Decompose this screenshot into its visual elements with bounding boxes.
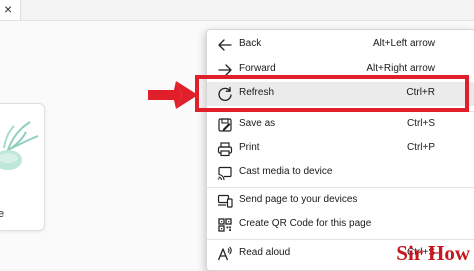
menu-item-label: Read aloud (239, 247, 291, 258)
tab-close-icon[interactable]: × (4, 0, 12, 18)
menu-divider (207, 187, 474, 188)
menu-item-label: Create QR Code for this page (239, 218, 372, 229)
menu-item-label: Back (239, 38, 262, 49)
menu-item-shortcut: Ctrl+P (406, 142, 435, 153)
background-page-card[interactable]: e (0, 103, 45, 231)
browser-context-menu: Back Alt+Left arrow Forward Alt+Right ar… (206, 29, 474, 271)
read-aloud-icon (217, 246, 232, 261)
menu-item-save-as[interactable]: Save as Ctrl+S (207, 113, 474, 137)
menu-item-shortcut: Alt+Left arrow (373, 38, 435, 49)
plant-illustration-icon (0, 121, 39, 170)
pointer-arrow-icon (148, 81, 198, 109)
qr-code-icon (218, 218, 232, 232)
highlight-box (195, 75, 469, 112)
menu-item-shortcut: Alt+Right arrow (366, 63, 435, 74)
menu-item-send-page[interactable]: Send page to your devices (207, 189, 474, 213)
menu-item-print[interactable]: Print Ctrl+P (207, 137, 474, 161)
print-icon (217, 142, 233, 157)
brand-watermark: Sir How (396, 241, 470, 265)
menu-item-cast-media[interactable]: Cast media to device (207, 161, 474, 185)
send-to-devices-icon (217, 194, 233, 208)
menu-item-shortcut: Ctrl+S (406, 118, 435, 129)
menu-item-qr-code[interactable]: Create QR Code for this page (207, 213, 474, 237)
cast-icon (217, 166, 232, 181)
browser-tab[interactable]: × (0, 0, 21, 20)
menu-item-label: Print (239, 142, 260, 153)
menu-item-back[interactable]: Back Alt+Left arrow (207, 33, 474, 57)
back-arrow-icon (218, 39, 232, 51)
menu-item-label: Save as (239, 118, 276, 129)
menu-item-label: Cast media to device (239, 166, 333, 177)
save-as-icon (218, 118, 232, 132)
card-text-fragment: e (0, 208, 5, 220)
menu-item-label: Send page to your devices (239, 194, 358, 205)
browser-top-bar: × (0, 0, 474, 21)
menu-divider (207, 239, 474, 240)
menu-item-label: Forward (239, 63, 276, 74)
